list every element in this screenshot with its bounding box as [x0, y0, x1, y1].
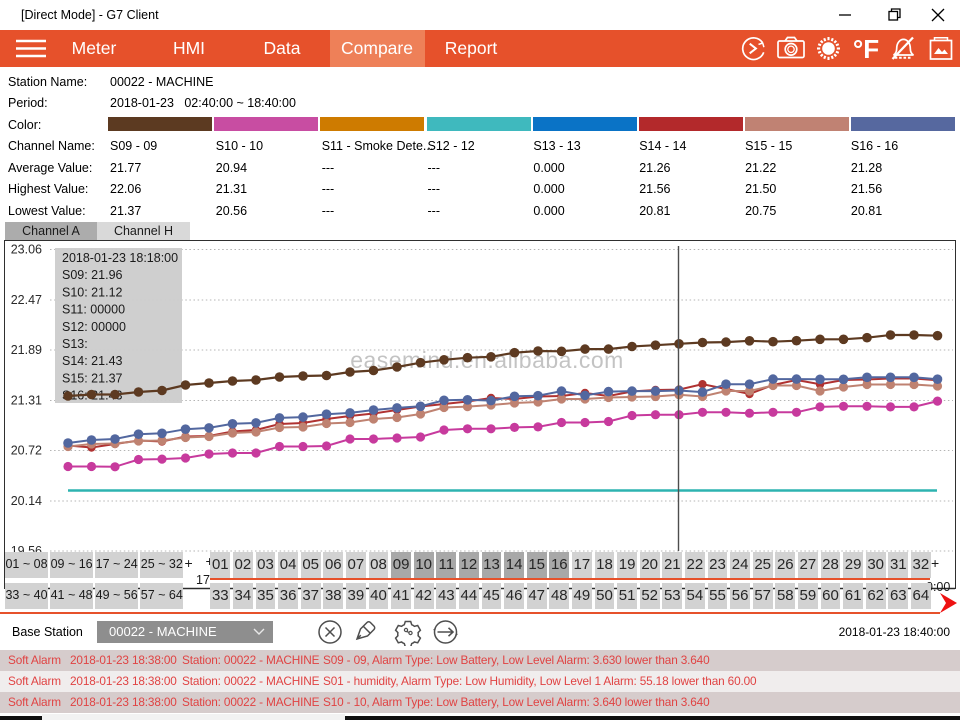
svg-text:20.14: 20.14	[11, 494, 42, 508]
svg-text:S13:: S13:	[62, 337, 88, 351]
svg-text:+: +	[931, 555, 939, 571]
svg-text:20.72: 20.72	[11, 444, 42, 458]
svg-text:S14: 21.43: S14: 21.43	[62, 354, 123, 368]
svg-text:S09: 21.96: S09: 21.96	[62, 268, 123, 282]
svg-text:S15: 21.37: S15: 21.37	[62, 371, 123, 385]
svg-text:23.06: 23.06	[11, 243, 42, 257]
svg-text:21.89: 21.89	[11, 343, 42, 357]
svg-text:S10: 21.12: S10: 21.12	[62, 285, 123, 299]
svg-text:22.47: 22.47	[11, 293, 42, 307]
svg-text:S12: 00000: S12: 00000	[62, 320, 126, 334]
svg-text:21.31: 21.31	[11, 394, 42, 408]
svg-text:°F: °F	[853, 34, 879, 64]
svg-text:S11: 00000: S11: 00000	[62, 303, 125, 317]
svg-text:+: +	[185, 555, 193, 571]
svg-text:2018-01-23 18:18:00: 2018-01-23 18:18:00	[62, 251, 178, 265]
svg-text:17: 17	[196, 573, 210, 587]
